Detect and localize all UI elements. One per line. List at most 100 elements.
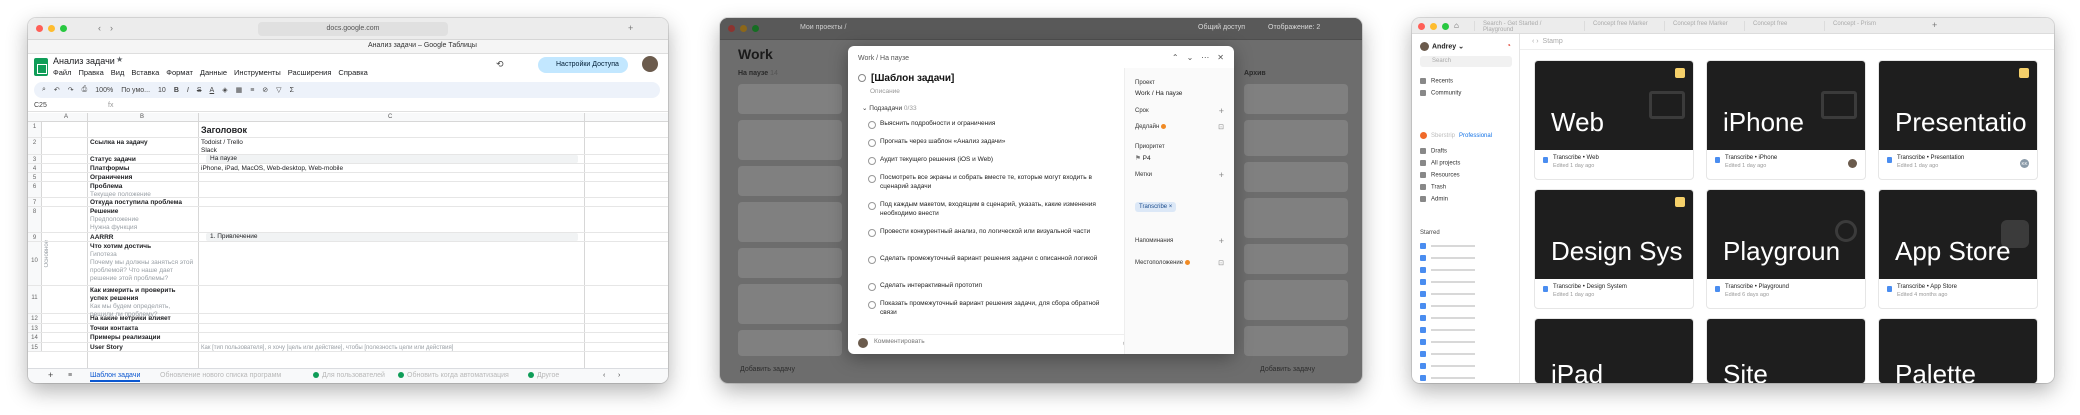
file-card[interactable]: Site [1706,318,1866,383]
table-row[interactable]: 10 Что хотим достичь Гипотеза Почему мы д… [28,242,668,286]
starred-item[interactable] [1420,350,1512,358]
comment-input[interactable]: Комментировать ⌀ [858,334,1128,348]
subtask-item[interactable]: Сделать промежуточный вариант решения за… [868,255,1108,264]
row-number[interactable]: 14 [28,333,42,342]
align-icon[interactable]: ≡ [250,87,254,94]
fill-color-icon[interactable]: ◈ [222,86,227,94]
undo-icon[interactable]: ↶ [54,86,60,94]
row-number[interactable]: 7 [28,198,42,206]
zoom-window-button[interactable] [752,25,759,32]
task-card[interactable] [738,330,842,356]
cell-label[interactable]: На какие метрики влияет [90,315,194,323]
subtasks-header[interactable]: ⌄ Подзадачи 0/33 [862,104,917,112]
cell-label[interactable]: Что хотим достичь Гипотеза Почему мы долж… [90,243,194,283]
menu-item[interactable]: Файл [53,68,71,77]
row-number[interactable]: 10 [28,242,42,285]
cell-label[interactable]: Откуда поступила проблема [90,199,194,207]
task-card[interactable] [1244,198,1348,238]
table-row[interactable]: 8 Решение Предположение Нужна функция [28,207,668,233]
task-card[interactable] [1244,244,1348,274]
breadcrumb[interactable]: Мои проекты / [800,24,846,31]
menu-item[interactable]: Инструменты [234,68,281,77]
menu-item[interactable]: Данные [200,68,227,77]
italic-icon[interactable]: I [187,87,189,94]
starred-item[interactable] [1420,326,1512,334]
table-row[interactable]: 5 Ограничения [28,173,668,182]
add-due-date-icon[interactable]: + [1219,106,1224,116]
cell-label[interactable]: Ссылка на задачу [90,139,194,147]
sheet-tab-active[interactable]: Шаблон задачи [90,372,141,382]
forward-icon[interactable]: › [1536,38,1538,45]
column-header[interactable]: B [140,114,144,120]
task-card[interactable] [1244,120,1348,156]
cell-value[interactable]: iPhone, iPad, MacOS, Web-desktop, Web-mo… [201,165,581,173]
task-card[interactable] [738,166,842,196]
avatar[interactable] [642,56,658,72]
minimize-window-button[interactable] [1430,23,1437,30]
share-button[interactable]: Настройки Доступа [538,57,628,73]
close-icon[interactable]: ✕ [1217,53,1224,62]
row-number[interactable]: 4 [28,164,42,172]
file-tab[interactable]: Concept - Prism [1824,21,1904,31]
file-card[interactable]: Playgroun Transcribe • Playground Edited … [1706,189,1866,309]
cell-title[interactable]: Заголовок [201,126,581,135]
minimize-window-button[interactable] [48,25,55,32]
display-button[interactable]: Отображение: 2 [1268,24,1320,31]
menu-item[interactable]: Вид [111,68,125,77]
star-icon[interactable]: ★ [116,55,123,64]
menu-item[interactable]: Формат [166,68,193,77]
starred-item[interactable] [1420,242,1512,250]
print-icon[interactable]: ⎙ [82,86,88,94]
subtask-item[interactable]: Аудит текущего решения (iOS и Web) [868,156,1108,165]
lock-icon[interactable]: ⊡ [1218,259,1224,267]
table-row[interactable]: 7 Откуда поступила проблема [28,198,668,207]
scroll-right-icon[interactable]: › [618,372,620,379]
starred-item[interactable] [1420,254,1512,262]
add-task-button[interactable]: Добавить задачу [740,366,795,373]
label-tag[interactable]: Transcribe × [1135,202,1177,212]
priority-selector[interactable]: ⚑ P4 [1135,154,1151,162]
font-size-input[interactable]: 10 [158,87,166,94]
task-card[interactable] [738,248,842,278]
sidebar-item-all-projects[interactable]: All projects [1420,160,1460,167]
table-row[interactable]: 4 Платформы iPhone, iPad, MacOS, Web-des… [28,164,668,173]
task-card[interactable] [1244,280,1348,320]
search-icon[interactable]: ⌕ [42,86,46,94]
starred-item[interactable] [1420,266,1512,274]
sidebar-item-admin[interactable]: Admin [1420,196,1448,203]
sheet-tab[interactable]: Другое [528,372,559,379]
file-tab[interactable]: Concept free Marker [1664,21,1744,31]
row-number[interactable]: 2 [28,138,42,154]
row-number[interactable]: 1 [28,122,42,137]
menu-item[interactable]: Справка [338,68,367,77]
file-card[interactable]: Design Sys Transcribe • Design System Edi… [1534,189,1694,309]
table-row[interactable]: 9 AARRR 1. Привлечение [28,233,668,242]
row-number[interactable]: 3 [28,155,42,163]
column-header[interactable]: C [388,114,392,120]
more-icon[interactable]: ⋯ [1201,53,1209,62]
table-row[interactable]: 3 Статус задачи На паузе [28,155,668,164]
table-row[interactable]: 1 Заголовок [28,122,668,138]
starred-item[interactable] [1420,290,1512,298]
minimize-window-button[interactable] [740,25,747,32]
sidebar-item-recents[interactable]: Recents [1420,78,1453,85]
cell-label[interactable]: Точки контакта [90,325,194,333]
file-card[interactable]: Web Transcribe • Web Edited 1 day ago [1534,60,1694,180]
sheet-tab[interactable]: Для пользователей [313,372,385,379]
table-row[interactable]: 6 Проблема Текущее положение [28,182,668,198]
account-switcher[interactable]: Andrey ⌄ [1420,42,1464,51]
status-dropdown[interactable]: На паузе [206,155,578,163]
complete-checkbox[interactable] [858,74,866,83]
font-select[interactable]: По умо... [121,87,150,94]
file-tab[interactable]: Search - Get Started / Playground [1474,21,1554,33]
cell-value[interactable]: Как [тип пользователя], я хочу [цель или… [201,344,581,352]
filter-icon[interactable]: ▽ [276,86,281,94]
table-row[interactable]: 2 Ссылка на задачу Todoist / Trello Slac… [28,138,668,155]
new-tab-icon[interactable]: + [1932,20,1937,30]
team-switcher[interactable]: Sberstrip Professional [1420,132,1492,139]
table-row[interactable]: 12 На какие метрики влияет [28,314,668,324]
subtask-item[interactable]: Сделать интерактивный прототип [868,282,1108,291]
chevron-down-icon[interactable]: ⌄ [1187,53,1194,62]
file-tab[interactable]: Concept free [1744,21,1824,31]
task-card[interactable] [1244,326,1348,356]
